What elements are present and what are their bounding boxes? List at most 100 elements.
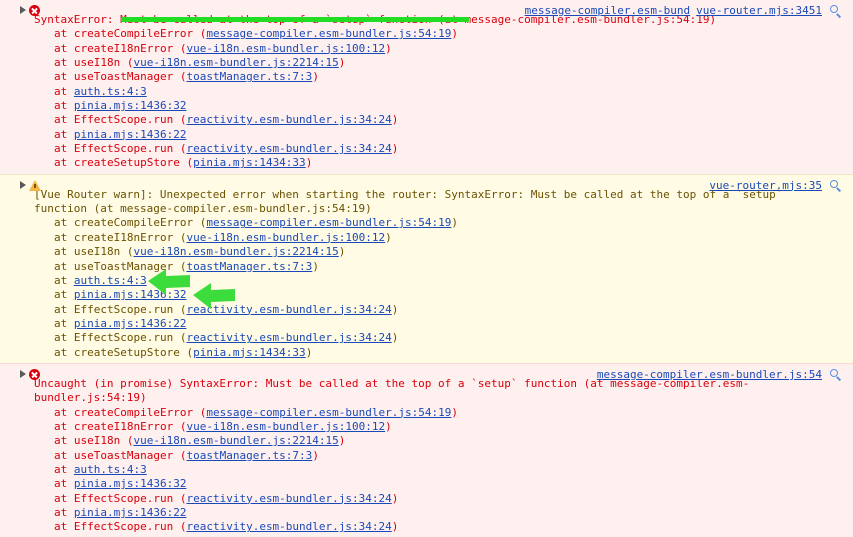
frame-paren-close: ) bbox=[391, 302, 399, 316]
stack-frame: at pinia.mjs:1436:22 bbox=[34, 506, 853, 520]
frame-function: createSetupStore bbox=[73, 156, 187, 170]
magnifier-handle bbox=[836, 12, 842, 18]
stack-frame: at useToastManager (toastManager.ts:7:3) bbox=[34, 70, 853, 84]
error-circle-icon bbox=[29, 5, 40, 16]
frame-source-link[interactable]: pinia.mjs:1434:33 bbox=[193, 156, 306, 169]
search-in-page-icon[interactable] bbox=[830, 179, 843, 193]
stack-frame: at EffectScope.run (reactivity.esm-bundl… bbox=[34, 113, 853, 127]
stack-frame: at pinia.mjs:1436:32 bbox=[34, 288, 853, 302]
source-link[interactable]: message-compiler.esm-bundler.js:54 bbox=[597, 368, 822, 381]
frame-source-link[interactable]: reactivity.esm-bundler.js:34:24 bbox=[186, 142, 391, 155]
frame-paren-close: ) bbox=[391, 331, 399, 345]
frame-paren-close: ) bbox=[385, 419, 392, 433]
source-link[interactable]: vue-router.mjs:35 bbox=[709, 179, 822, 192]
stack-frame: at EffectScope.run (reactivity.esm-bundl… bbox=[34, 303, 853, 317]
frame-source-link[interactable]: pinia.mjs:1436:32 bbox=[74, 288, 187, 301]
frame-paren-close: ) bbox=[451, 216, 459, 230]
frame-paren-close: ) bbox=[451, 405, 459, 419]
frame-source-link[interactable]: pinia.mjs:1436:22 bbox=[74, 128, 187, 141]
frame-paren-close: ) bbox=[338, 245, 346, 259]
frame-prefix: at bbox=[54, 462, 74, 476]
frame-source-link[interactable]: vue-i18n.esm-bundler.js:2214:15 bbox=[133, 245, 338, 258]
frame-prefix: at bbox=[54, 216, 74, 230]
frame-prefix: at bbox=[54, 113, 74, 127]
frame-function: createI18nError bbox=[73, 41, 180, 55]
frame-source-link[interactable]: pinia.mjs:1434:33 bbox=[193, 346, 306, 359]
frame-function: createI18nError bbox=[73, 230, 180, 244]
frame-source-link[interactable]: reactivity.esm-bundler.js:34:24 bbox=[186, 331, 391, 344]
frame-source-link[interactable]: toastManager.ts:7:3 bbox=[186, 449, 312, 462]
disclosure-triangle-icon[interactable] bbox=[20, 180, 26, 189]
frame-source-link[interactable]: pinia.mjs:1436:22 bbox=[74, 506, 187, 519]
frame-prefix: at bbox=[54, 273, 74, 287]
stack-frame: at auth.ts:4:3 bbox=[34, 85, 853, 99]
frame-source-link[interactable]: reactivity.esm-bundler.js:34:24 bbox=[186, 492, 391, 505]
frame-prefix: at bbox=[54, 41, 74, 55]
frame-source-link[interactable]: vue-i18n.esm-bundler.js:100:12 bbox=[186, 420, 385, 433]
frame-source-link[interactable]: reactivity.esm-bundler.js:34:24 bbox=[186, 520, 391, 533]
console-message-warn-1: [Vue Router warn]: Unexpected error when… bbox=[0, 173, 853, 363]
magnifier-handle bbox=[836, 187, 842, 193]
stack-frame: at useI18n (vue-i18n.esm-bundler.js:2214… bbox=[34, 245, 853, 259]
frame-prefix: at bbox=[54, 230, 74, 244]
frame-source-link[interactable]: toastManager.ts:7:3 bbox=[186, 70, 312, 83]
frame-source-link[interactable]: vue-i18n.esm-bundler.js:2214:15 bbox=[133, 434, 338, 447]
stack-frame: at createCompileError (message-compiler.… bbox=[34, 216, 853, 230]
frame-paren-close: ) bbox=[385, 230, 392, 244]
frame-source-link[interactable]: auth.ts:4:3 bbox=[74, 85, 147, 98]
stack-frame: at EffectScope.run (reactivity.esm-bundl… bbox=[34, 331, 853, 345]
source-link[interactable]: message-compiler.esm-bund bbox=[525, 4, 691, 17]
disclosure-triangle-icon[interactable] bbox=[20, 6, 26, 14]
frame-source-link[interactable]: toastManager.ts:7:3 bbox=[186, 260, 312, 273]
stack-frame: at useToastManager (toastManager.ts:7:3) bbox=[34, 449, 853, 463]
console-message-text: [Vue Router warn]: Unexpected error when… bbox=[34, 187, 789, 216]
frame-prefix: at bbox=[54, 84, 74, 98]
frame-source-link[interactable]: reactivity.esm-bundler.js:34:24 bbox=[186, 113, 391, 126]
search-in-page-icon[interactable] bbox=[830, 5, 843, 18]
stack-frame: at useToastManager (toastManager.ts:7:3) bbox=[34, 260, 853, 274]
frame-function: createSetupStore bbox=[73, 345, 187, 359]
frame-source-link[interactable]: message-compiler.esm-bundler.js:54:19 bbox=[206, 406, 451, 419]
frame-source-link[interactable]: reactivity.esm-bundler.js:34:24 bbox=[186, 303, 391, 316]
frame-function: useI18n bbox=[73, 245, 127, 259]
frame-prefix: at bbox=[54, 419, 74, 433]
frame-source-link[interactable]: auth.ts:4:3 bbox=[74, 274, 147, 287]
frame-paren-close: ) bbox=[451, 27, 459, 41]
stack-frame: at auth.ts:4:3 bbox=[34, 463, 853, 477]
frame-prefix: at bbox=[54, 156, 74, 170]
frame-source-link[interactable]: pinia.mjs:1436:32 bbox=[74, 477, 187, 490]
frame-source-link[interactable]: vue-i18n.esm-bundler.js:2214:15 bbox=[133, 56, 338, 69]
frame-function: EffectScope.run bbox=[73, 491, 180, 505]
frame-source-link[interactable]: pinia.mjs:1436:22 bbox=[74, 317, 187, 330]
stack-frame: at createI18nError (vue-i18n.esm-bundler… bbox=[34, 420, 853, 434]
frame-prefix: at bbox=[54, 245, 74, 259]
stack-frame: at pinia.mjs:1436:22 bbox=[34, 128, 853, 142]
frame-source-link[interactable]: message-compiler.esm-bundler.js:54:19 bbox=[206, 27, 451, 40]
frame-prefix: at bbox=[54, 434, 74, 448]
frame-source-link[interactable]: message-compiler.esm-bundler.js:54:19 bbox=[206, 216, 451, 229]
frame-prefix: at bbox=[54, 302, 74, 316]
frame-function: createCompileError bbox=[73, 216, 200, 230]
frame-function: EffectScope.run bbox=[73, 520, 180, 534]
frame-source-link[interactable]: pinia.mjs:1436:32 bbox=[74, 99, 187, 112]
magnifier-glass bbox=[830, 5, 838, 13]
frame-function: EffectScope.run bbox=[73, 113, 180, 127]
search-in-page-icon[interactable] bbox=[830, 368, 843, 382]
source-link[interactable]: vue-router.mjs:3451 bbox=[696, 4, 822, 17]
frame-prefix: at bbox=[54, 99, 74, 113]
frame-function: useI18n bbox=[73, 434, 127, 448]
source-link-group: message-compiler.esm-bundler.js:54 bbox=[591, 368, 822, 382]
frame-paren-close: ) bbox=[338, 434, 346, 448]
console-message-header: SyntaxError: Must be called at the top o… bbox=[0, 2, 853, 27]
stack-frame: at auth.ts:4:3 bbox=[34, 274, 853, 288]
frame-paren-close: ) bbox=[391, 142, 399, 156]
frame-source-link[interactable]: auth.ts:4:3 bbox=[74, 463, 147, 476]
source-link-group: vue-router.mjs:35 bbox=[703, 179, 822, 193]
frame-source-link[interactable]: vue-i18n.esm-bundler.js:100:12 bbox=[186, 42, 385, 55]
stack-frame: at pinia.mjs:1436:32 bbox=[34, 99, 853, 113]
frame-paren-close: ) bbox=[305, 156, 313, 170]
console-message-error-1: SyntaxError: Must be called at the top o… bbox=[0, 0, 853, 174]
disclosure-triangle-icon[interactable] bbox=[20, 369, 26, 378]
frame-source-link[interactable]: vue-i18n.esm-bundler.js:100:12 bbox=[186, 231, 385, 244]
frame-function: EffectScope.run bbox=[73, 302, 180, 316]
